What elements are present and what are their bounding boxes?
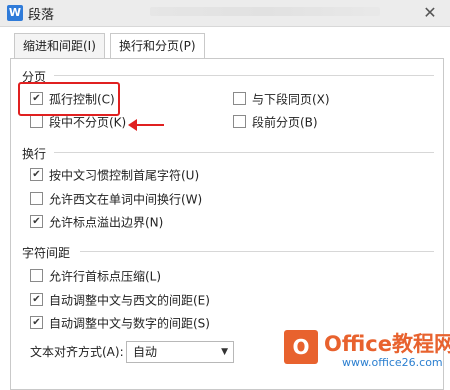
checkbox-label: 与下段同页(X)	[252, 92, 330, 107]
blurred-background-text	[150, 7, 380, 16]
checkbox-page-break-before[interactable]: 段前分页(B)	[233, 113, 318, 131]
checkbox-label: 段前分页(B)	[252, 115, 318, 130]
section-divider	[80, 251, 434, 252]
watermark: O Office教程网 www.office26.com	[284, 326, 450, 378]
checkbox-label: 自动调整中文与西文的间距(E)	[49, 293, 210, 308]
checkbox-label: 允许西文在单词中间换行(W)	[49, 192, 203, 207]
checkbox-label: 自动调整中文与数字的间距(S)	[49, 316, 210, 331]
highlight-annotation-box	[18, 82, 120, 116]
wps-app-icon: W	[7, 5, 23, 21]
checkbox-keep-with-next[interactable]: 与下段同页(X)	[233, 90, 330, 108]
text-alignment-label: 文本对齐方式(A):	[30, 345, 124, 359]
checkbox-box[interactable]	[233, 115, 246, 128]
checkbox-chinese-line-rules[interactable]: 按中文习惯控制首尾字符(U)	[30, 166, 199, 184]
watermark-text: Office教程网	[324, 332, 450, 356]
checkbox-label: 按中文习惯控制首尾字符(U)	[49, 168, 200, 183]
checkbox-box[interactable]	[30, 269, 43, 282]
tab-line-page-breaks[interactable]: 换行和分页(P)	[110, 33, 205, 60]
checkbox-box[interactable]	[233, 92, 246, 105]
checkbox-box[interactable]	[30, 168, 43, 181]
chevron-down-icon: ▼	[221, 347, 228, 357]
checkbox-hanging-punctuation[interactable]: 允许标点溢出边界(N)	[30, 213, 163, 231]
section-title-char-spacing: 字符间距	[22, 246, 71, 260]
checkbox-space-asian-numbers[interactable]: 自动调整中文与数字的间距(S)	[30, 314, 210, 332]
checkbox-box[interactable]	[30, 293, 43, 306]
section-divider	[54, 152, 434, 153]
checkbox-allow-word-wrap[interactable]: 允许西文在单词中间换行(W)	[30, 190, 202, 208]
select-value: 自动	[133, 345, 158, 359]
text-alignment-select[interactable]: 自动 ▼	[126, 341, 234, 363]
checkbox-box[interactable]	[30, 192, 43, 205]
office-logo-icon: O	[284, 330, 318, 364]
section-divider	[54, 75, 434, 76]
checkbox-label: 允许标点溢出边界(N)	[49, 215, 164, 230]
window-title: 段落	[28, 8, 55, 23]
checkbox-space-asian-latin[interactable]: 自动调整中文与西文的间距(E)	[30, 291, 210, 309]
section-title-line-break: 换行	[22, 147, 47, 161]
checkbox-box[interactable]	[30, 215, 43, 228]
checkbox-label: 段中不分页(K)	[49, 115, 127, 130]
checkbox-compress-punctuation[interactable]: 允许行首标点压缩(L)	[30, 267, 161, 285]
close-button[interactable]: ✕	[410, 0, 450, 26]
tab-indent-spacing[interactable]: 缩进和间距(I)	[14, 33, 105, 59]
checkbox-box[interactable]	[30, 115, 43, 128]
title-bar: W 段落 ✕	[0, 0, 450, 27]
annotation-arrow-icon	[128, 119, 164, 131]
checkbox-box[interactable]	[30, 316, 43, 329]
checkbox-label: 允许行首标点压缩(L)	[49, 269, 162, 284]
watermark-url: www.office26.com	[342, 356, 443, 369]
